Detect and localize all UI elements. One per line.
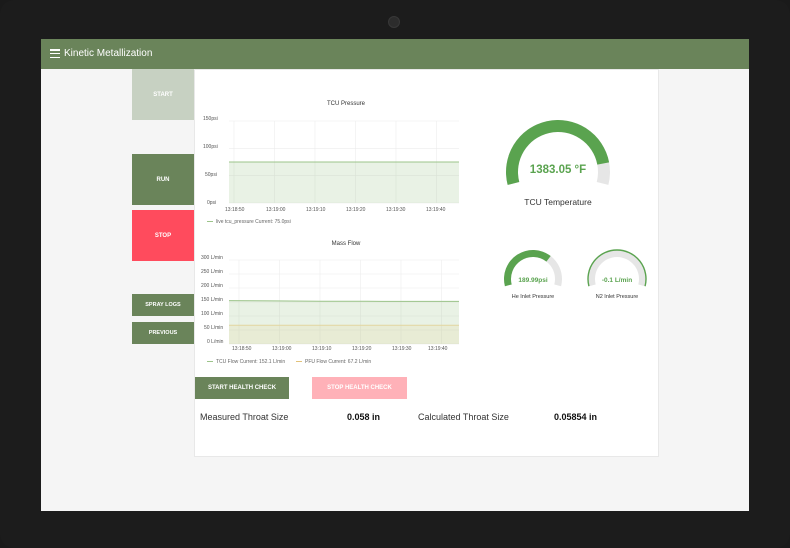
massflow-legend-pfu: PFU Flow Current: 67.2 L/min (296, 359, 371, 365)
pressure-x-tick: 13:19:30 (386, 207, 406, 213)
pressure-x-tick: 13:19:10 (306, 207, 326, 213)
pressure-legend: live tcu_pressure Current: 75.0psi (207, 219, 291, 225)
massflow-y-tick: 50 L/min (204, 325, 224, 331)
tcu-temperature-value: 1383.05 °F (529, 164, 587, 176)
stop-health-check-button[interactable]: STOP HEALTH CHECK (312, 377, 407, 399)
pressure-x-tick: 13:19:00 (266, 207, 286, 213)
pressure-x-tick: 13:19:40 (426, 207, 446, 213)
run-button[interactable]: RUN (132, 154, 194, 205)
camera-icon (388, 16, 400, 28)
calculated-throat-value: 0.05854 in (554, 412, 598, 422)
he-inlet-pressure-gauge (504, 250, 562, 287)
pressure-legend-text: live tcu_pressure Current: 75.0psi (216, 219, 291, 225)
massflow-y-tick: 300 L/min (201, 255, 223, 261)
start-button[interactable]: START (132, 69, 194, 120)
series-area-1 (229, 325, 459, 344)
app-title: Kinetic Metallization (64, 48, 153, 59)
app-bar: Kinetic Metallization (41, 39, 749, 69)
massflow-chart (229, 259, 460, 345)
calculated-throat-label: Calculated Throat Size (418, 412, 509, 422)
pressure-chart (229, 120, 460, 204)
n2-inlet-pressure-label: N2 Inlet Pressure (595, 294, 639, 300)
pressure-y-tick: 50psi (205, 172, 217, 178)
hamburger-menu-icon[interactable] (50, 49, 60, 59)
legend-swatch (207, 221, 213, 223)
pressure-y-tick: 100psi (203, 144, 218, 150)
series-line-0 (229, 300, 459, 302)
massflow-chart-title: Mass Flow (331, 241, 361, 247)
n2-inlet-pressure-gauge (587, 249, 647, 287)
pressure-y-tick: 150psi (203, 116, 218, 122)
massflow-legend-pfu-text: PFU Flow Current: 67.2 L/min (305, 359, 372, 365)
massflow-y-tick: 0 L/min (207, 339, 224, 345)
pressure-y-tick: 0psi (207, 200, 217, 206)
pressure-x-tick: 13:18:50 (225, 207, 245, 213)
measured-throat-value: 0.058 in (347, 412, 381, 422)
massflow-x-tick: 13:19:00 (272, 346, 292, 352)
massflow-y-tick: 100 L/min (201, 311, 223, 317)
massflow-x-tick: 13:18:50 (232, 346, 252, 352)
pressure-chart-title: TCU Pressure (326, 101, 365, 107)
massflow-y-tick: 200 L/min (201, 283, 223, 289)
tablet-frame: Kinetic Metallization START RUN STOP SPR… (0, 0, 790, 548)
n2-inlet-pressure-value: -0.1 L/min (601, 277, 633, 284)
tcu-temperature-label: TCU Temperature (524, 197, 592, 207)
previous-button[interactable]: PREVIOUS (132, 322, 194, 344)
tcu-temperature-gauge (506, 120, 610, 185)
massflow-x-tick: 13:19:10 (312, 346, 332, 352)
start-health-check-button[interactable]: START HEALTH CHECK (195, 377, 289, 399)
massflow-x-tick: 13:19:30 (392, 346, 412, 352)
app-screen: Kinetic Metallization START RUN STOP SPR… (41, 39, 749, 511)
stop-button[interactable]: STOP (132, 210, 194, 261)
massflow-legend-tcu-text: TCU Flow Current: 152.1 L/min (216, 359, 286, 365)
massflow-y-tick: 250 L/min (201, 269, 223, 275)
legend-swatch (296, 361, 302, 363)
measured-throat-label: Measured Throat Size (200, 412, 289, 422)
he-inlet-pressure-value: 189.99psi (518, 277, 548, 284)
series-area-0 (229, 162, 459, 203)
massflow-y-tick: 150 L/min (201, 297, 223, 303)
massflow-x-tick: 13:19:20 (352, 346, 372, 352)
massflow-x-tick: 13:19:40 (428, 346, 448, 352)
he-inlet-pressure-label: He Inlet Pressure (511, 294, 555, 300)
massflow-legend-tcu: TCU Flow Current: 152.1 L/min (207, 359, 285, 365)
pressure-x-tick: 13:19:20 (346, 207, 366, 213)
legend-swatch (207, 361, 213, 363)
spray-logs-button[interactable]: SPRAY LOGS (132, 294, 194, 316)
